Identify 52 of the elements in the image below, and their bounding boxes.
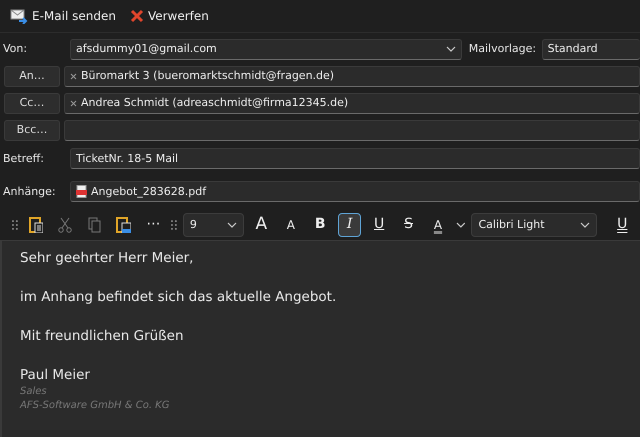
bold-button[interactable]: B [308, 212, 332, 237]
editor-area[interactable]: Sehr geehrter Herr Meier, im Anhang befindet sich das aktuelle Angebot. Mit freundlichen Grüßen Paul Meier Sales AFS-Software GmbH & Co. KG [0, 240, 640, 437]
strikethrough-button[interactable]: S [396, 212, 420, 237]
field-label: Anhänge: [2, 184, 57, 200]
font-color-button[interactable]: A [426, 212, 450, 237]
send-button[interactable]: E-Mail senden [8, 5, 118, 27]
chevron-down-icon [456, 220, 466, 229]
font-size-dropdown[interactable]: 9 [182, 212, 244, 237]
clipboard-icon [116, 216, 132, 234]
field-label: Betreff: [2, 150, 45, 166]
recipient-chip[interactable]: Andrea Schmidt (adreaschmidt@firma12345.de) [81, 95, 348, 112]
attachment-field[interactable]: Angebot_283628.pdf [70, 181, 640, 202]
scissors-icon [58, 216, 72, 233]
envelope-icon [10, 8, 28, 24]
recipient-field[interactable]: Büromarkt 3 (bueromarktschmidt@fragen.de) [64, 66, 640, 87]
field-label: Mailvorlage: [468, 41, 538, 57]
grow-font-button[interactable]: A [250, 212, 274, 237]
pdf-file-icon [76, 185, 87, 198]
field-label: Von: [2, 41, 28, 57]
double-underline-button[interactable]: U [610, 212, 634, 237]
subject-field[interactable]: TicketNr. 18-5 Mail [70, 148, 640, 170]
shrink-font-button[interactable]: A [279, 212, 303, 237]
font-dropdown[interactable]: Calibri Light [471, 212, 597, 237]
recipient-field[interactable]: Andrea Schmidt (adreaschmidt@firma12345.de) [64, 92, 640, 114]
chevron-down-icon [226, 220, 237, 229]
body-text: Paul Meier [20, 366, 91, 385]
signature-text: AFS-Software GmbH & Co. KG [20, 398, 170, 413]
body-text: im Anhang befindet sich das aktuelle Angebot. [20, 288, 338, 307]
signature-text: Sales [20, 384, 48, 399]
recipient-button[interactable]: Bcc… [4, 120, 60, 141]
grip-icon [171, 218, 177, 231]
template-field[interactable]: Standard [542, 38, 640, 60]
remove-icon [70, 72, 77, 80]
clipboard-icon [28, 216, 43, 234]
remove-icon [70, 100, 77, 107]
body-text: Mit freundlichen Grüßen [20, 326, 185, 346]
body-text: Sehr geehrter Herr Meier, [20, 248, 194, 268]
chevron-down-icon [446, 45, 456, 54]
from-dropdown[interactable]: afsdummy01@gmail.com [70, 38, 462, 60]
more-button[interactable]: ⋯ [142, 212, 166, 237]
chevron-down-icon [580, 220, 590, 229]
recipient-button[interactable]: Cc… [4, 92, 60, 114]
recipient-field[interactable] [64, 120, 640, 141]
discard-button[interactable]: Verwerfen [128, 5, 211, 27]
attachment-name[interactable]: Angebot_283628.pdf [91, 184, 206, 200]
underline-button[interactable]: U [367, 212, 391, 237]
recipient-chip[interactable]: Büromarkt 3 (bueromarktschmidt@fragen.de) [81, 68, 334, 84]
recipient-button[interactable]: An… [4, 66, 60, 87]
copy-icon [88, 216, 101, 233]
italic-button[interactable]: I [338, 212, 362, 237]
cross-icon [130, 9, 144, 23]
grip-icon [12, 218, 18, 231]
